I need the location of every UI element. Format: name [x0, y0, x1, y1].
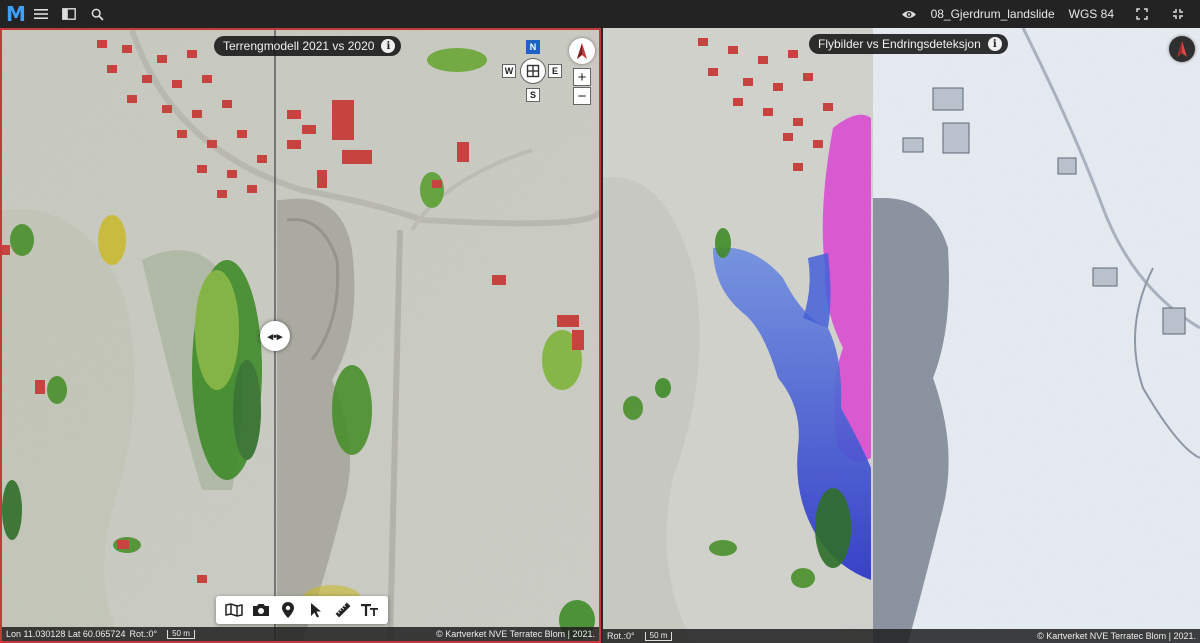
- navigation-pad: N W E S: [500, 38, 566, 104]
- rotation-readout: Rot.:0°: [607, 631, 635, 641]
- swipe-handle-icon[interactable]: ◂•▸: [260, 321, 290, 351]
- measure-ruler-icon[interactable]: [331, 598, 355, 622]
- scale-bar: 50 m: [644, 631, 673, 641]
- left-status-bar: Lon 11.030128 Lat 60.065724 Rot.:0° 50 m…: [2, 627, 599, 641]
- cursor-coordinates: Lon 11.030128 Lat 60.065724: [6, 629, 126, 639]
- terrain-map[interactable]: [2, 30, 599, 641]
- pan-east-button[interactable]: E: [548, 64, 562, 78]
- select-pointer-icon[interactable]: [304, 598, 328, 622]
- compass-north-icon[interactable]: [1169, 36, 1195, 62]
- rotation-readout: Rot.:0°: [129, 629, 158, 639]
- top-bar: M 08_Gjerdrum_landslide WGS 84: [0, 0, 1200, 28]
- compass-north-icon[interactable]: [569, 38, 595, 64]
- crs-selector[interactable]: WGS 84: [1069, 7, 1114, 21]
- reset-view-icon[interactable]: [520, 58, 546, 84]
- exit-fullscreen-icon[interactable]: [1164, 0, 1192, 28]
- attribution: © Kartverket NVE Terratec Blom | 2021.: [1037, 631, 1196, 641]
- map-layers-icon[interactable]: [222, 598, 246, 622]
- visibility-eye-icon[interactable]: [895, 0, 923, 28]
- aerial-change-map[interactable]: [603, 28, 1200, 643]
- attribution: © Kartverket NVE Terratec Blom | 2021.: [436, 629, 595, 639]
- pan-west-button[interactable]: W: [502, 64, 516, 78]
- camera-icon[interactable]: [249, 598, 273, 622]
- left-layer-label-text: Terrengmodell 2021 vs 2020: [223, 39, 375, 53]
- scale-bar: 50 m: [167, 629, 195, 639]
- right-status-bar: Rot.:0° 50 m © Kartverket NVE Terratec B…: [603, 629, 1200, 643]
- left-map-pane[interactable]: ◂•▸ Terrengmodell 2021 vs 2020 i N W E S…: [0, 28, 601, 643]
- app-logo[interactable]: M: [5, 2, 27, 26]
- right-layer-label[interactable]: Flybilder vs Endringsdeteksjon i: [809, 34, 1008, 54]
- zoom-in-button[interactable]: +: [573, 68, 591, 86]
- pan-south-button[interactable]: S: [526, 88, 540, 102]
- sidebar-toggle-icon[interactable]: [55, 0, 83, 28]
- text-annotation-icon[interactable]: [358, 598, 382, 622]
- menu-icon[interactable]: [27, 0, 55, 28]
- info-icon[interactable]: i: [987, 37, 1002, 51]
- location-pin-icon[interactable]: [276, 598, 300, 622]
- info-icon[interactable]: i: [381, 39, 396, 53]
- map-toolbar: [216, 596, 388, 624]
- search-icon[interactable]: [83, 0, 111, 28]
- left-layer-label[interactable]: Terrengmodell 2021 vs 2020 i: [214, 36, 402, 56]
- fullscreen-icon[interactable]: [1128, 0, 1156, 28]
- project-name[interactable]: 08_Gjerdrum_landslide: [931, 7, 1055, 21]
- pan-north-button[interactable]: N: [526, 40, 540, 54]
- right-map-pane[interactable]: Flybilder vs Endringsdeteksjon i Rot.:0°…: [603, 28, 1200, 643]
- right-layer-label-text: Flybilder vs Endringsdeteksjon: [818, 37, 981, 51]
- zoom-out-button[interactable]: −: [573, 87, 591, 105]
